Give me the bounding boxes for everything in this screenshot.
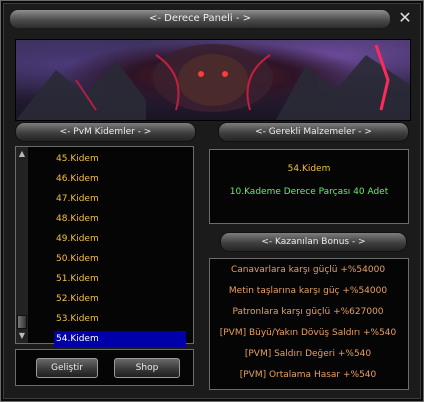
close-icon[interactable]: ✕	[395, 8, 415, 28]
scroll-down-icon[interactable]: ▼	[17, 330, 27, 342]
rank-list-item[interactable]: 51.Kidem	[54, 271, 186, 287]
rank-list-item[interactable]: 49.Kidem	[54, 231, 186, 247]
banner-image	[15, 39, 411, 121]
scroll-thumb[interactable]	[17, 315, 27, 329]
rank-list[interactable]: ▲ ▼ 45.Kidem 46.Kidem 47.Kidem 48.Kidem 49.K…	[15, 146, 194, 347]
window-title[interactable]: <- Derece Paneli - >	[9, 9, 391, 29]
rank-list-item[interactable]: 46.Kidem	[54, 171, 186, 187]
shop-button[interactable]: Shop	[114, 358, 180, 378]
derece-panel-window: <- Derece Paneli - > ✕ <- PvM Kidemler -…	[0, 0, 424, 402]
rank-list-item[interactable]: 50.Kidem	[54, 251, 186, 267]
bonus-line: [PVM] Saldırı Değeri +%540	[244, 349, 372, 359]
banner-art	[16, 44, 410, 120]
scroll-up-icon[interactable]: ▲	[17, 148, 27, 160]
rank-list-item[interactable]: 45.Kidem	[54, 151, 186, 167]
bonus-line: [PVM] Ortalama Hasar +%540	[239, 370, 377, 380]
materials-rank-label: 54.Kidem	[287, 164, 331, 174]
materials-requirement: 10.Kademe Derece Parçası 40 Adet	[229, 187, 389, 197]
action-buttons-frame: Geliştir Shop	[15, 349, 194, 386]
bonus-line: Canavarlara karşı güçlü +%54000	[230, 265, 386, 275]
rank-list-item[interactable]: 47.Kidem	[54, 191, 186, 207]
rank-list-item[interactable]: 52.Kidem	[54, 291, 186, 307]
bonus-header: <- Kazanılan Bonus - >	[220, 232, 407, 252]
materials-panel: 54.Kidem 10.Kademe Derece Parçası 40 Ade…	[209, 149, 409, 224]
pvm-ranks-header: <- PvM Kidemler - >	[15, 122, 196, 142]
rank-list-item[interactable]: 54.Kidem	[54, 331, 186, 347]
bonus-line: [PVM] Büyü/Yakın Dövüş Saldırı +%540	[219, 328, 397, 338]
improve-button[interactable]: Geliştir	[36, 358, 98, 378]
bonus-panel: Canavarlara karşı güçlü +%54000 Metin taş…	[209, 258, 409, 390]
rank-list-item[interactable]: 48.Kidem	[54, 211, 186, 227]
bonus-line: Metin taşlarına karşı güç +%54000	[228, 286, 388, 296]
materials-header: <- Gerekli Malzemeler - >	[218, 122, 409, 142]
bonus-line: Patronlara karşı güçlü +%627000	[232, 307, 384, 317]
list-scrollbar[interactable]: ▲ ▼	[16, 147, 28, 343]
rank-list-item[interactable]: 53.Kidem	[54, 311, 186, 327]
